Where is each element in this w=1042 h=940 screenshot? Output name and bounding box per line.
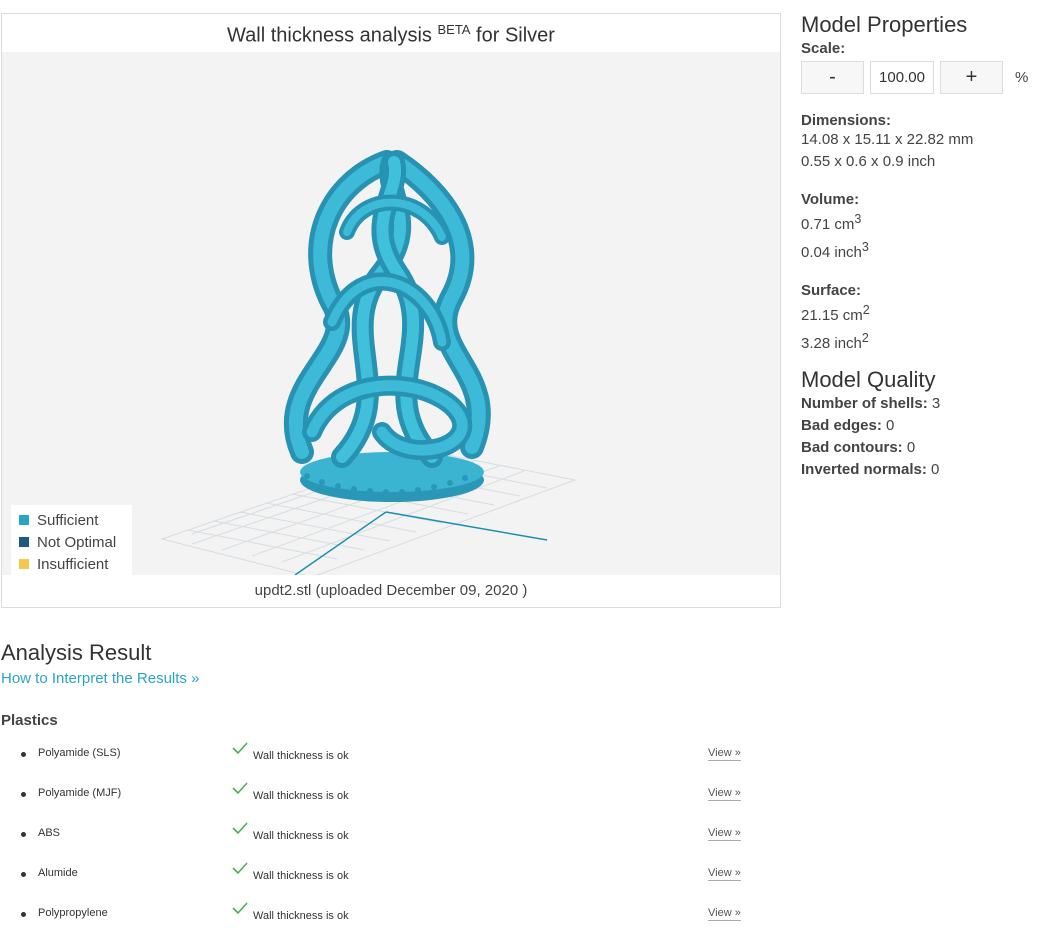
quality-value: 0	[886, 417, 895, 434]
material-name: Polypropylene	[38, 907, 108, 919]
view-link[interactable]: View »	[708, 867, 741, 881]
category-plastics: Plastics	[1, 712, 58, 729]
list-item: Polyamide (MJF) Wall thickness is ok Vie…	[1, 782, 761, 827]
surface-exponent: 2	[862, 303, 870, 317]
materials-list: Polyamide (SLS) Wall thickness is ok Vie…	[1, 742, 761, 940]
material-status: Wall thickness is ok	[253, 750, 349, 762]
color-legend: Sufficient Not Optimal Insufficient	[11, 505, 132, 575]
file-caption: updt2.stl (uploaded December 09, 2020 )	[254, 582, 528, 599]
quality-shells: Number of shells: 3	[801, 393, 1036, 415]
check-icon	[232, 782, 248, 795]
surface-inch-value: 3.28 inch	[801, 335, 862, 352]
legend-label: Sufficient	[37, 511, 99, 529]
list-item: Polyamide (SLS) Wall thickness is ok Vie…	[1, 742, 761, 787]
bullet	[21, 832, 26, 837]
view-link[interactable]: View »	[708, 787, 741, 801]
quality-inverted-normals: Inverted normals: 0	[801, 459, 1036, 481]
volume-block: Volume: 0.71 cm3 0.04 inch3	[801, 191, 1036, 264]
quality-label: Number of shells:	[801, 395, 928, 412]
view-link[interactable]: View »	[708, 747, 741, 761]
viewer-title-text: Wall thickness analysis	[227, 24, 432, 47]
material-name: Polyamide (MJF)	[38, 787, 122, 799]
viewer-title: Wall thickness analysis BETA for Silver	[2, 22, 780, 48]
surface-block: Surface: 21.15 cm2 3.28 inch2	[801, 282, 1036, 355]
material-status: Wall thickness is ok	[253, 910, 349, 922]
legend-item-not-optimal: Not Optimal	[19, 531, 132, 553]
dimensions-mm: 14.08 x 15.11 x 22.82 mm	[801, 131, 974, 148]
scale-decrease-button[interactable]: -	[801, 61, 864, 94]
surface-label: Surface:	[801, 282, 862, 299]
scale-increase-button[interactable]: +	[940, 61, 1003, 94]
material-status: Wall thickness is ok	[253, 870, 349, 882]
check-icon	[232, 902, 248, 915]
list-item: Polypropylene Wall thickness is ok View …	[1, 902, 761, 940]
legend-item-insufficient: Insufficient	[19, 553, 132, 575]
legend-item-sufficient: Sufficient	[19, 509, 132, 531]
model-render	[160, 150, 577, 575]
surface-cm-value: 21.15 cm	[801, 307, 863, 324]
scale-input[interactable]: 100.00	[870, 61, 934, 94]
volume-cm-value: 0.71 cm	[801, 216, 855, 233]
quality-value: 0	[931, 461, 940, 478]
quality-label: Bad contours:	[801, 439, 903, 456]
view-link[interactable]: View »	[708, 907, 741, 921]
quality-value: 0	[906, 439, 916, 456]
quality-label: Inverted normals:	[801, 461, 927, 478]
bullet	[21, 752, 26, 757]
check-icon	[232, 862, 248, 875]
viewer-panel: Wall thickness analysis BETA for Silver	[1, 13, 781, 608]
volume-exponent: 3	[861, 240, 869, 254]
view-link[interactable]: View »	[708, 827, 741, 841]
legend-swatch	[19, 559, 29, 569]
beta-badge: BETA	[437, 22, 471, 37]
surface-cm: 21.15 cm2	[801, 299, 1036, 327]
check-icon	[232, 742, 248, 755]
surface-inch: 3.28 inch2	[801, 327, 1036, 355]
dimensions-inch: 0.55 x 0.6 x 0.9 inch	[801, 153, 936, 170]
check-icon	[232, 822, 248, 835]
percent-unit: %	[1015, 69, 1029, 86]
quality-label: Bad edges:	[801, 417, 882, 434]
model-quality-title: Model Quality	[801, 367, 936, 392]
legend-label: Insufficient	[37, 555, 109, 573]
scale-control: - 100.00 + %	[801, 61, 1036, 94]
model-properties-title: Model Properties	[801, 12, 968, 37]
material-status: Wall thickness is ok	[253, 790, 349, 802]
list-item: ABS Wall thickness is ok View »	[1, 822, 761, 867]
material-name: Polyamide (SLS)	[38, 747, 121, 759]
list-item: Alumide Wall thickness is ok View »	[1, 862, 761, 907]
material-status: Wall thickness is ok	[253, 830, 349, 842]
dimensions-block: Dimensions: 14.08 x 15.11 x 22.82 mm 0.5…	[801, 112, 1036, 173]
volume-cm: 0.71 cm3	[801, 208, 1036, 236]
material-name: ABS	[38, 827, 61, 839]
surface-exponent: 2	[861, 331, 869, 345]
viewer-title-material: for Silver	[476, 24, 555, 47]
legend-label: Not Optimal	[37, 533, 117, 551]
model-strands	[283, 150, 491, 468]
model-3d-canvas[interactable]: Sufficient Not Optimal Insufficient	[2, 52, 780, 575]
volume-inch: 0.04 inch3	[801, 236, 1036, 264]
bullet	[21, 912, 26, 917]
quality-bad-contours: Bad contours: 0	[801, 437, 1036, 459]
analysis-title: Analysis Result	[1, 640, 152, 665]
volume-inch-value: 0.04 inch	[801, 244, 862, 261]
dimensions-label: Dimensions:	[801, 112, 892, 129]
legend-swatch	[19, 515, 29, 525]
model-properties-panel: Model Properties Scale: - 100.00 + % Dim…	[801, 12, 1036, 481]
analysis-section: Analysis Result How to Interpret the Res…	[1, 640, 761, 940]
quality-value: 3	[931, 395, 941, 412]
scale-label: Scale:	[801, 40, 846, 57]
bullet	[21, 872, 26, 877]
material-name: Alumide	[38, 867, 78, 879]
interpret-results-link[interactable]: How to Interpret the Results »	[1, 670, 761, 687]
quality-bad-edges: Bad edges: 0	[801, 415, 1036, 437]
quality-list: Number of shells: 3 Bad edges: 0 Bad con…	[801, 393, 1036, 481]
volume-exponent: 3	[854, 212, 862, 226]
legend-swatch	[19, 537, 29, 547]
volume-label: Volume:	[801, 191, 860, 208]
bullet	[21, 792, 26, 797]
